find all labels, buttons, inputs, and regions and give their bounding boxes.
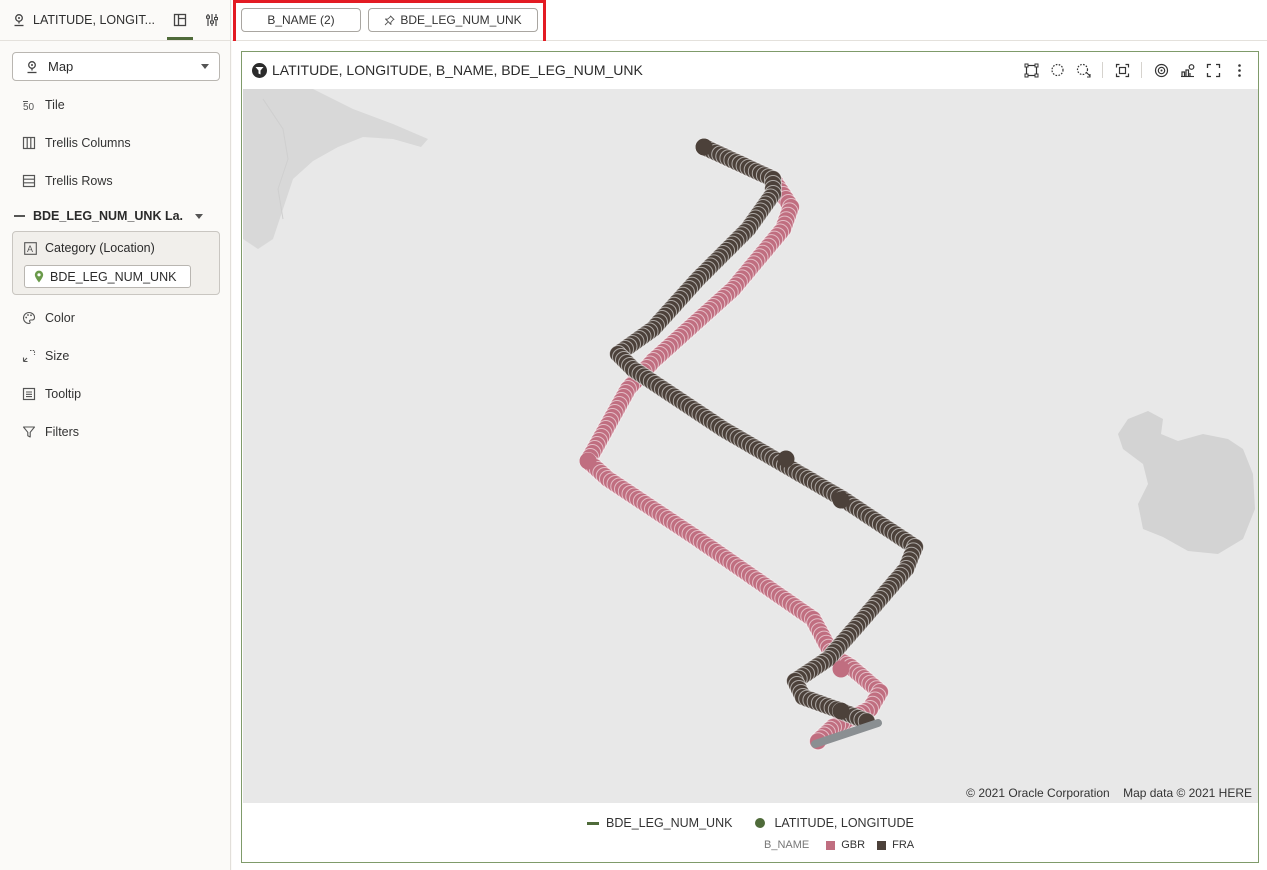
drop-target-tile[interactable]: 50 Tile — [22, 95, 65, 115]
tab-grammar[interactable] — [167, 0, 193, 40]
visualization-type-label: Map — [48, 59, 74, 74]
visualization-frame[interactable]: LATITUDE, LONGITUDE, B_NAME, BDE_LEG_NUM… — [241, 51, 1259, 863]
tooltip-icon — [22, 387, 36, 401]
drop-target-size[interactable]: Size — [22, 346, 69, 366]
drop-target-color[interactable]: Color — [22, 308, 75, 328]
grammar-tab-icon — [173, 13, 187, 27]
tile-label: Tile — [45, 98, 65, 112]
track-marker-point[interactable] — [579, 452, 597, 470]
category-location-label: Category (Location) — [45, 241, 155, 255]
point-layer-icon — [755, 818, 766, 828]
chevron-down-icon — [201, 64, 209, 69]
category-location-header: A Category (Location) — [24, 241, 155, 255]
size-icon — [22, 349, 36, 363]
legend-line-label: BDE_LEG_NUM_UNK — [606, 816, 733, 830]
toolbar-separator — [1102, 62, 1103, 78]
filter-icon — [22, 426, 36, 438]
drop-target-tooltip[interactable]: Tooltip — [22, 384, 81, 404]
track-marker-point[interactable] — [777, 450, 795, 468]
map-pin-icon — [14, 14, 24, 27]
visualization-type-select[interactable]: Map — [12, 52, 220, 81]
target-icon — [1154, 63, 1168, 77]
legend-swatch-fra — [877, 840, 887, 850]
panel-title-text: LATITUDE, LONGIT... — [33, 13, 156, 27]
layer-label: BDE_LEG_NUM_UNK La... — [33, 209, 183, 223]
lasso-add-button[interactable] — [1074, 61, 1092, 79]
rect-select-button[interactable] — [1022, 61, 1040, 79]
panel-title[interactable]: LATITUDE, LONGIT... — [12, 13, 160, 27]
more-menu-icon — [1237, 63, 1241, 77]
lasso-select-icon — [1050, 63, 1064, 76]
fullscreen-button[interactable] — [1204, 61, 1222, 79]
annotation-highlight — [233, 0, 546, 44]
legend-point-label: LATITUDE, LONGITUDE — [774, 816, 914, 830]
legend-layers: BDE_LEG_NUM_UNK LATITUDE, LONGITUDE — [587, 816, 914, 830]
track-marker-point[interactable] — [832, 702, 850, 720]
attribution-here: Map data © 2021 HERE — [1123, 786, 1252, 800]
legend-colors: B_NAME GBR FRA — [764, 839, 914, 851]
chevron-down-icon[interactable] — [195, 213, 203, 219]
track-marker-point[interactable] — [832, 491, 850, 509]
map-area[interactable]: © 2021 Oracle Corporation Map data © 202… — [243, 89, 1258, 803]
lasso-add-icon — [1076, 63, 1091, 78]
map-attribution: © 2021 Oracle Corporation Map data © 202… — [966, 786, 1252, 800]
visualization-toolbar — [1014, 61, 1248, 79]
legend-swatch-gbr — [826, 840, 836, 850]
category-location-dropzone[interactable]: A Category (Location) BDE_LEG_NUM_UNK — [12, 231, 220, 295]
track-marker-point[interactable] — [695, 138, 713, 156]
line-layer-icon — [14, 215, 25, 217]
filters-label: Filters — [45, 425, 80, 439]
data-panel: LATITUDE, LONGIT... Map 50 Tile Trellis … — [0, 0, 231, 870]
properties-tab-icon — [206, 14, 218, 26]
visualization-header: LATITUDE, LONGITUDE, B_NAME, BDE_LEG_NUM… — [242, 52, 1258, 88]
svg-text:A: A — [27, 244, 33, 254]
lasso-select-button[interactable] — [1048, 61, 1066, 79]
drop-target-filters[interactable]: Filters — [22, 422, 79, 442]
column-pill-label: BDE_LEG_NUM_UNK — [50, 269, 177, 284]
legend-group-label: B_NAME — [764, 839, 810, 851]
zoom-fit-icon — [1115, 63, 1129, 77]
layers-button[interactable] — [1178, 61, 1196, 79]
layer-header[interactable]: BDE_LEG_NUM_UNK La... — [14, 207, 220, 225]
track-marker-point[interactable] — [832, 660, 850, 678]
text-attribute-icon: A — [24, 241, 37, 255]
trellis-columns-label: Trellis Columns — [45, 136, 131, 150]
layers-icon — [1180, 63, 1194, 77]
drop-target-trellis-columns[interactable]: Trellis Columns — [22, 133, 131, 153]
visualization-title: LATITUDE, LONGITUDE, B_NAME, BDE_LEG_NUM… — [272, 62, 643, 78]
location-pin-icon — [34, 270, 44, 283]
more-menu-button[interactable] — [1230, 61, 1248, 79]
toolbar-separator — [1141, 62, 1142, 78]
fullscreen-icon — [1206, 63, 1220, 77]
trellis-rows-icon — [22, 174, 36, 188]
land-mass-east — [1118, 411, 1255, 554]
svg-text:50: 50 — [23, 102, 35, 112]
tab-properties[interactable] — [200, 0, 224, 40]
land-mass-northwest — [243, 89, 428, 249]
color-label: Color — [45, 311, 75, 325]
tile-icon: 50 — [23, 101, 35, 112]
trellis-rows-label: Trellis Rows — [45, 174, 113, 188]
map-pin-icon — [27, 60, 37, 73]
color-icon — [23, 311, 36, 325]
zoom-fit-button[interactable] — [1113, 61, 1131, 79]
filter-funnel-icon[interactable] — [252, 62, 267, 78]
trellis-columns-icon — [22, 136, 36, 150]
drop-target-trellis-rows[interactable]: Trellis Rows — [22, 171, 113, 191]
tooltip-label: Tooltip — [45, 387, 82, 401]
rect-select-icon — [1024, 63, 1038, 77]
legend-label-fra[interactable]: FRA — [892, 839, 914, 851]
legend-label-gbr[interactable]: GBR — [841, 839, 865, 851]
attribution-oracle: © 2021 Oracle Corporation — [966, 786, 1110, 800]
line-layer-icon — [587, 821, 599, 825]
route-track-layer[interactable] — [579, 138, 924, 751]
size-label: Size — [45, 349, 70, 363]
column-pill-bde-leg-num-unk[interactable]: BDE_LEG_NUM_UNK — [24, 265, 191, 288]
target-button[interactable] — [1152, 61, 1170, 79]
map-canvas[interactable] — [243, 89, 1258, 803]
legend: BDE_LEG_NUM_UNK LATITUDE, LONGITUDE B_NA… — [242, 804, 1258, 862]
panel-header: LATITUDE, LONGIT... — [0, 0, 230, 41]
